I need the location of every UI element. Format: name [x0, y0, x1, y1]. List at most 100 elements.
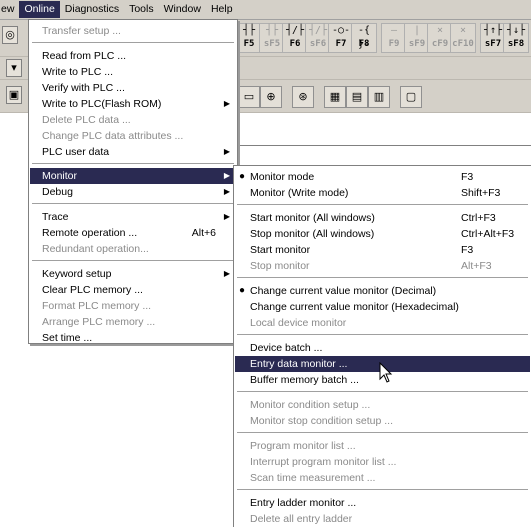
menu-separator	[237, 277, 528, 278]
key-label: F5	[243, 39, 255, 49]
menu-item-write-to-plc[interactable]: Write to PLC ...	[30, 64, 236, 80]
menu-item-label: Write to PLC(Flash ROM)	[42, 98, 162, 110]
menu-item-debug[interactable]: Debug ▶	[30, 184, 236, 200]
menu-item-plc-user-data[interactable]: PLC user data ▶	[30, 144, 236, 160]
zoom-icon[interactable]: ⊕	[260, 86, 282, 108]
submenu-arrow-icon: ▶	[223, 269, 230, 278]
menu-item-monitor[interactable]: Monitor ▶	[30, 168, 236, 184]
buffer-monitor-icon[interactable]: ▥	[368, 86, 390, 108]
menu-diagnostics[interactable]: Diagnostics	[60, 1, 124, 18]
menu-item-change-value-hex[interactable]: Change current value monitor (Hexadecima…	[235, 299, 530, 315]
menu-separator	[237, 489, 528, 490]
entry-monitor-icon[interactable]: ▤	[346, 86, 368, 108]
submenu-arrow-icon: ▶	[223, 99, 230, 108]
menu-item-delete-plc-data[interactable]: Delete PLC data ...	[30, 112, 236, 128]
menu-item-monitor-stop-condition-setup[interactable]: Monitor stop condition setup ...	[235, 413, 530, 429]
menu-item-label: Set time ...	[42, 332, 93, 344]
menu-item-label: Buffer memory batch ...	[250, 374, 359, 386]
menu-item-clear-plc-memory[interactable]: Clear PLC memory ...	[30, 282, 236, 298]
dropdown-arrow-icon[interactable]: ▾	[6, 59, 22, 77]
menu-item-shortcut: Shift+F3	[461, 187, 501, 199]
coil-icon: -○-	[331, 25, 351, 36]
key-label: cF9	[431, 39, 449, 49]
menu-item-label: Change current value monitor (Hexadecima…	[250, 301, 459, 313]
menu-item-verify-with-plc[interactable]: Verify with PLC ...	[30, 80, 236, 96]
menu-item-write-flash-rom[interactable]: Write to PLC(Flash ROM) ▶	[30, 96, 236, 112]
key-label: sF8	[507, 39, 525, 49]
menu-item-trace[interactable]: Trace ▶	[30, 209, 236, 225]
online-menu: Transfer setup ... Read from PLC ... Wri…	[28, 19, 238, 344]
menu-item-label: Arrange PLC memory ...	[42, 316, 156, 328]
rising-pulse-icon: ┤↑├	[483, 25, 503, 36]
menu-item-label: Start monitor (All windows)	[250, 212, 375, 224]
menu-item-arrange-plc-memory[interactable]: Arrange PLC memory ...	[30, 314, 236, 330]
window-icon[interactable]: ▭	[238, 86, 260, 108]
menu-item-change-plc-data-attributes[interactable]: Change PLC data attributes ...	[30, 128, 236, 144]
device-batch-icon[interactable]: ▦	[324, 86, 346, 108]
key-label: sF7	[484, 39, 502, 49]
menu-item-stop-monitor[interactable]: Stop monitor Alt+F3	[235, 258, 530, 274]
menu-item-label: Start monitor	[250, 244, 311, 256]
menu-tools[interactable]: Tools	[124, 1, 159, 18]
menu-item-transfer-setup[interactable]: Transfer setup ...	[30, 23, 236, 39]
menu-item-label: Entry ladder monitor ...	[250, 497, 357, 509]
cf10-delete-line-button[interactable]: ⨯ cF10	[450, 23, 476, 53]
key-label: F6	[289, 39, 301, 49]
delete-line-icon: ⨯	[459, 25, 467, 36]
menu-item-scan-time-measurement[interactable]: Scan time measurement ...	[235, 470, 530, 486]
menu-item-set-time[interactable]: Set time ...	[30, 330, 236, 346]
key-label: F7	[335, 39, 347, 49]
menu-online[interactable]: Online	[19, 1, 60, 18]
checked-bullet-icon: ●	[239, 171, 246, 182]
menu-item-monitor-condition-setup[interactable]: Monitor condition setup ...	[235, 397, 530, 413]
menu-item-label: PLC user data	[42, 146, 110, 158]
menu-item-entry-ladder-monitor[interactable]: Entry ladder monitor ...	[235, 495, 530, 511]
submenu-arrow-icon: ▶	[223, 171, 230, 180]
key-label: sF9	[408, 39, 426, 49]
menu-help[interactable]: Help	[206, 1, 238, 18]
menu-item-shortcut: Alt+F3	[461, 260, 492, 272]
menu-view[interactable]: ew	[0, 1, 19, 18]
menu-item-format-plc-memory[interactable]: Format PLC memory ...	[30, 298, 236, 314]
menu-window[interactable]: Window	[159, 1, 206, 18]
nc-contact-icon: ┤/├	[285, 25, 305, 36]
menu-item-keyword-setup[interactable]: Keyword setup ▶	[30, 266, 236, 282]
menu-item-monitor-mode[interactable]: ● Monitor mode F3	[235, 169, 530, 185]
sf8-falling-pulse-button[interactable]: ┤↓├ sF8	[503, 23, 529, 53]
menu-item-local-device-monitor[interactable]: Local device monitor	[235, 315, 530, 331]
menu-item-redundant-operation[interactable]: Redundant operation...	[30, 241, 236, 257]
menu-item-change-value-decimal[interactable]: ● Change current value monitor (Decimal)	[235, 283, 530, 299]
menu-item-start-monitor-all[interactable]: Start monitor (All windows) Ctrl+F3	[235, 210, 530, 226]
menu-item-label: Delete all entry ladder	[250, 513, 353, 525]
menu-item-label: Verify with PLC ...	[42, 82, 125, 94]
menu-item-device-batch[interactable]: Device batch ...	[235, 340, 530, 356]
menu-item-label: Interrupt program monitor list ...	[250, 456, 397, 468]
project-icon[interactable]: ▣	[6, 86, 22, 104]
monitor-icon[interactable]: ⊛	[292, 86, 314, 108]
menu-item-label: Monitor condition setup ...	[250, 399, 371, 411]
f8-instruction-button[interactable]: -{ }- F8	[351, 23, 377, 53]
menu-separator	[32, 163, 234, 164]
delete-line-icon: ⨯	[436, 25, 444, 36]
menu-item-start-monitor[interactable]: Start monitor F3	[235, 242, 530, 258]
submenu-arrow-icon: ▶	[223, 187, 230, 196]
frame-icon[interactable]: ▢	[400, 86, 422, 108]
menu-item-delete-all-entry-ladder[interactable]: Delete all entry ladder	[235, 511, 530, 527]
online-icon[interactable]: ◎	[2, 26, 18, 44]
instruction-icon: -{ }-	[357, 25, 371, 50]
vline-icon: |	[413, 25, 421, 36]
menu-item-stop-monitor-all[interactable]: Stop monitor (All windows) Ctrl+Alt+F3	[235, 226, 530, 242]
key-label: F9	[388, 39, 400, 49]
menu-item-program-monitor-list[interactable]: Program monitor list ...	[235, 438, 530, 454]
menu-item-label: Change PLC data attributes ...	[42, 130, 184, 142]
menu-item-label: Monitor (Write mode)	[250, 187, 349, 199]
menu-item-interrupt-program-monitor-list[interactable]: Interrupt program monitor list ...	[235, 454, 530, 470]
menu-item-shortcut: Alt+6	[191, 227, 216, 239]
menu-item-read-from-plc[interactable]: Read from PLC ...	[30, 48, 236, 64]
menu-separator	[237, 391, 528, 392]
menu-item-remote-operation[interactable]: Remote operation ... Alt+6	[30, 225, 236, 241]
menu-item-monitor-write-mode[interactable]: Monitor (Write mode) Shift+F3	[235, 185, 530, 201]
menu-item-label: Delete PLC data ...	[42, 114, 131, 126]
menu-item-label: Monitor	[42, 170, 78, 182]
menu-separator	[237, 334, 528, 335]
